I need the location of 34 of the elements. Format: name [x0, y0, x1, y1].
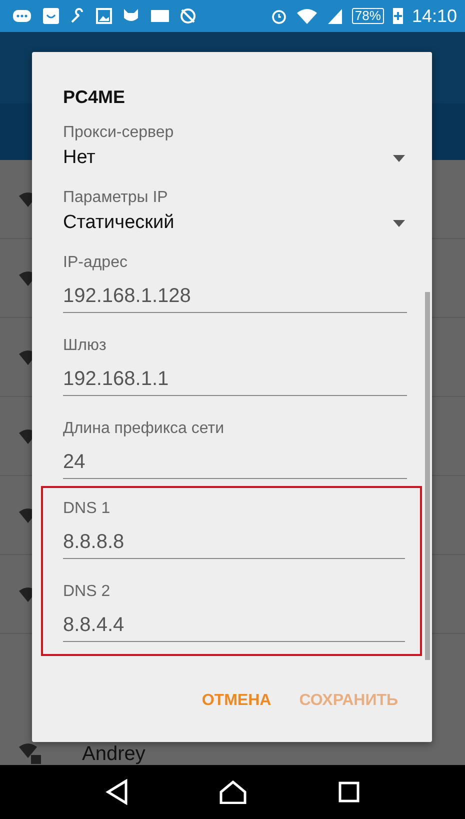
network-name[interactable]: Andrey	[82, 744, 146, 764]
cat-icon	[122, 8, 140, 24]
alarm-icon	[270, 8, 287, 24]
wrench-icon	[70, 8, 86, 24]
clock-time: 14:10	[412, 6, 457, 26]
dialog-title: PC4ME	[63, 86, 126, 109]
dropdown-arrow-icon	[393, 154, 405, 162]
back-icon[interactable]	[105, 779, 130, 805]
signal-icon	[326, 8, 343, 24]
battery-indicator: 78%	[352, 8, 384, 24]
dropdown[interactable]: Нет	[63, 144, 407, 172]
smile-icon	[42, 7, 60, 25]
field-label: IP-адрес	[63, 253, 128, 273]
recents-icon[interactable]	[338, 781, 360, 803]
field-label: DNS 2	[63, 582, 112, 602]
dropdown[interactable]: Статический	[63, 209, 407, 237]
image-icon	[96, 8, 112, 24]
chat-bubble-icon	[12, 9, 32, 23]
wifi-lock-icon	[18, 742, 42, 764]
field-label: Шлюз	[63, 336, 108, 356]
field-label: Параметры IP	[63, 188, 169, 208]
input-field[interactable]: 8.8.8.8	[63, 528, 405, 559]
input-field[interactable]: 8.8.4.4	[63, 611, 405, 642]
input-field[interactable]: 24	[63, 448, 407, 479]
wifi-icon	[296, 8, 318, 24]
charging-icon	[392, 8, 403, 24]
home-icon[interactable]	[219, 780, 248, 804]
scrollbar[interactable]	[425, 292, 430, 660]
input-field[interactable]: 192.168.1.128	[63, 282, 407, 313]
dropdown-arrow-icon	[393, 220, 405, 226]
input-field[interactable]: 192.168.1.1	[63, 365, 407, 396]
field-label: DNS 1	[63, 499, 112, 519]
field-label: Длина префикса сети	[63, 419, 226, 439]
field-label: Прокси-сервер	[63, 123, 175, 143]
